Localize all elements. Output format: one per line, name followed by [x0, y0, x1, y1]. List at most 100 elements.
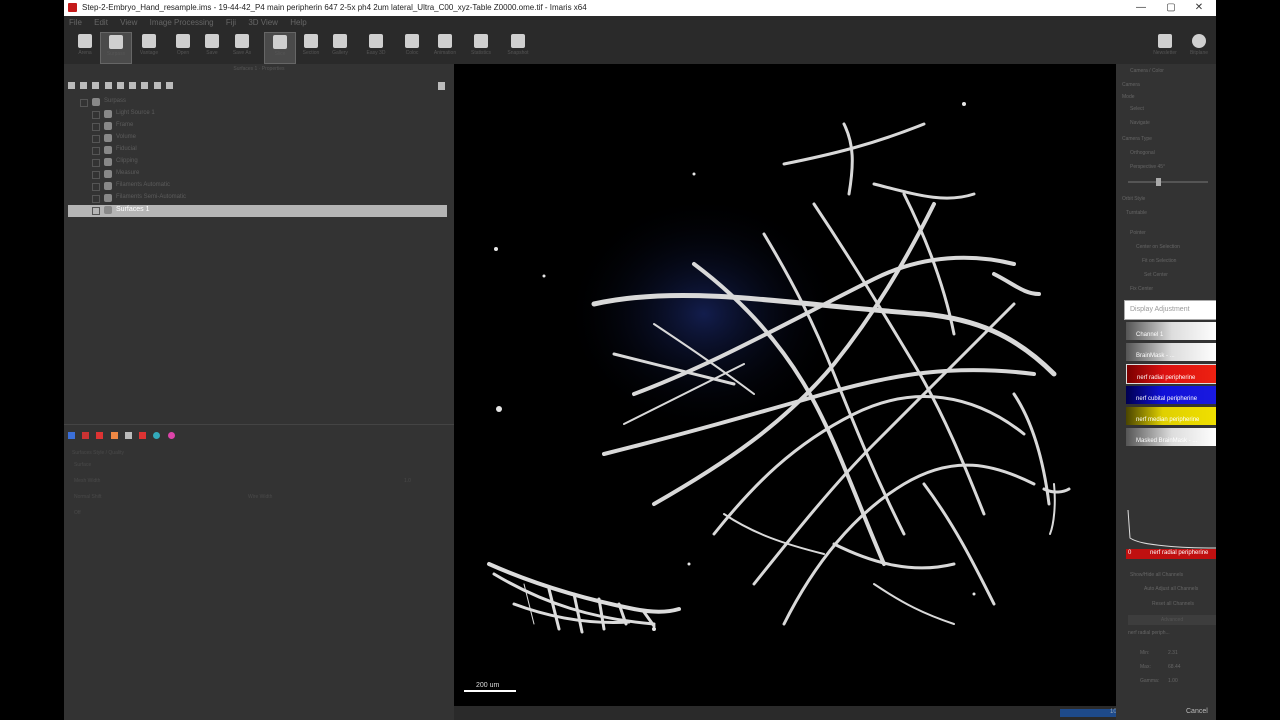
- checkbox[interactable]: [92, 147, 100, 155]
- checkbox[interactable]: [92, 207, 100, 215]
- tree-item-filaments-semi-automatic[interactable]: Filaments Semi-Automatic: [64, 193, 446, 204]
- tree-item-frame[interactable]: Frame: [64, 121, 446, 132]
- fit-on-selection-button[interactable]: Fit on Selection: [1142, 258, 1176, 264]
- reset-all-button[interactable]: Reset all Channels: [1152, 601, 1194, 607]
- radio-surface[interactable]: Surface: [74, 462, 91, 468]
- tree-item-clipping[interactable]: Clipping: [64, 157, 446, 168]
- snapshot-button[interactable]: Snapshot: [503, 32, 533, 62]
- center-on-selection-button[interactable]: Center on Selection: [1136, 244, 1180, 250]
- histogram-channel-bar[interactable]: 0 nerf radial peripherine: [1126, 549, 1216, 559]
- coloc-button[interactable]: Coloc: [397, 32, 427, 62]
- fix-center-checkbox[interactable]: Fix Center: [1130, 286, 1153, 292]
- checkbox[interactable]: [92, 159, 100, 167]
- mode-select-radio[interactable]: Select: [1130, 106, 1144, 112]
- tree-item-filaments-automatic[interactable]: Filaments Automatic: [64, 181, 446, 192]
- channel-4-bar[interactable]: nerf cubital peripherine: [1126, 386, 1216, 404]
- slider-handle[interactable]: [1156, 178, 1161, 186]
- histogram[interactable]: [1126, 508, 1216, 550]
- tree-item-light-source[interactable]: Light Source 1: [64, 109, 446, 120]
- radio-normal-shift[interactable]: Normal Shift: [74, 494, 102, 500]
- vantage-button[interactable]: Vantage: [134, 32, 164, 62]
- channel-5-bar[interactable]: nerf median peripherine: [1126, 407, 1216, 425]
- mesh-width-value[interactable]: 1.0: [404, 478, 411, 484]
- mode-navigate-radio[interactable]: Navigate: [1130, 120, 1150, 126]
- menu-image-processing[interactable]: Image Processing: [145, 16, 219, 29]
- menu-help[interactable]: Help: [285, 16, 311, 29]
- show-all-channels-checkbox[interactable]: Show/Hide all Channels: [1130, 572, 1183, 578]
- channel-6-bar[interactable]: Masked BrainMask - ...: [1126, 428, 1216, 446]
- add-surface-icon[interactable]: [92, 82, 100, 89]
- filter-tab-icon[interactable]: [110, 432, 118, 439]
- orthogonal-radio[interactable]: Orthogonal: [1130, 150, 1155, 156]
- add-clipping-icon[interactable]: [129, 82, 137, 89]
- checkbox[interactable]: [92, 195, 100, 203]
- auto-adjust-all-button[interactable]: Auto Adjust all Channels: [1144, 586, 1198, 592]
- add-volume-icon[interactable]: [68, 82, 75, 89]
- menu-edit[interactable]: Edit: [89, 16, 113, 29]
- menu-file[interactable]: File: [64, 16, 87, 29]
- tree-item-surpass[interactable]: Surpass: [64, 97, 446, 108]
- tree-item-fiducial[interactable]: Fiducial: [64, 145, 446, 156]
- menu-view[interactable]: View: [115, 16, 142, 29]
- tree-item-volume[interactable]: Volume: [64, 133, 446, 144]
- perspective-radio[interactable]: Perspective 45°: [1130, 164, 1165, 170]
- tree-item-measure[interactable]: Measure: [64, 169, 446, 180]
- 3d-viewer[interactable]: 200 um: [454, 64, 1116, 706]
- arena-button[interactable]: Arena: [70, 32, 100, 62]
- settings-tab-icon[interactable]: [124, 432, 132, 439]
- orbit-style-select[interactable]: Turntable: [1126, 210, 1147, 216]
- advanced-button[interactable]: Advanced: [1128, 615, 1216, 625]
- pencil-tab-icon[interactable]: [96, 432, 104, 439]
- radio-mesh-width[interactable]: Mesh Width: [74, 478, 100, 484]
- easy-3d-button[interactable]: Easy 3D: [361, 32, 391, 62]
- slice-button[interactable]: Slice: [264, 32, 296, 64]
- close-button[interactable]: ✕: [1184, 0, 1214, 16]
- min-value[interactable]: 2.31: [1168, 650, 1178, 656]
- tree-item-surfaces-1[interactable]: Surfaces 1: [68, 205, 447, 217]
- add-spots-icon[interactable]: [104, 82, 112, 89]
- creation-tab-icon[interactable]: [68, 432, 75, 439]
- checkbox[interactable]: [92, 111, 100, 119]
- newsletter-button[interactable]: Newsletter: [1150, 32, 1180, 62]
- share-tab-icon[interactable]: [167, 432, 175, 439]
- animation-button[interactable]: Animation: [430, 32, 460, 62]
- save-as-button[interactable]: Save As: [227, 32, 257, 62]
- open-button[interactable]: Open: [168, 32, 198, 62]
- perspective-slider[interactable]: [1128, 178, 1208, 186]
- set-center-button[interactable]: Set Center: [1144, 272, 1168, 278]
- checkbox[interactable]: [80, 99, 88, 107]
- add-filament-icon[interactable]: [80, 82, 88, 89]
- checkbox[interactable]: [92, 171, 100, 179]
- cancel-button[interactable]: Cancel: [1186, 708, 1208, 715]
- edit-tab-icon[interactable]: [82, 432, 90, 439]
- wire-width-select[interactable]: Wire Width: [248, 494, 272, 500]
- surpass-button[interactable]: Surpass: [100, 32, 132, 64]
- add-light-icon[interactable]: [153, 82, 161, 89]
- add-cells-icon[interactable]: [116, 82, 124, 89]
- channel-2-bar[interactable]: BrainMask - ...: [1126, 343, 1216, 361]
- lower-left-branch-cluster: [487, 562, 681, 634]
- checkbox[interactable]: [92, 135, 100, 143]
- checkbox[interactable]: [92, 123, 100, 131]
- minimize-button[interactable]: —: [1126, 0, 1156, 16]
- trash-icon[interactable]: [438, 82, 445, 90]
- add-folder-icon[interactable]: [165, 82, 173, 89]
- color-tab-icon[interactable]: [153, 432, 161, 439]
- channel-1-bar[interactable]: Channel 1: [1126, 322, 1216, 340]
- gamma-value[interactable]: 1.00: [1168, 678, 1178, 684]
- radio-off[interactable]: Off: [74, 510, 81, 516]
- statistics-tab-icon[interactable]: [139, 432, 147, 439]
- gallery-button[interactable]: Gallery: [325, 32, 355, 62]
- channel-3-bar[interactable]: nerf radial peripherine: [1126, 364, 1216, 384]
- save-button[interactable]: Save: [197, 32, 227, 62]
- checkbox[interactable]: [92, 183, 100, 191]
- statistics-button[interactable]: Statistics: [466, 32, 496, 62]
- menu-3d-view[interactable]: 3D View: [243, 16, 283, 29]
- max-value[interactable]: 68.44: [1168, 664, 1181, 670]
- add-measure-icon[interactable]: [141, 82, 149, 89]
- maximize-button[interactable]: ▢: [1156, 0, 1186, 16]
- bitplane-button[interactable]: Bitplane: [1184, 32, 1214, 62]
- display-adjustment-tab[interactable]: Display Adjustment: [1124, 300, 1216, 320]
- section-button[interactable]: Section: [296, 32, 326, 62]
- menu-fiji[interactable]: Fiji: [221, 16, 241, 29]
